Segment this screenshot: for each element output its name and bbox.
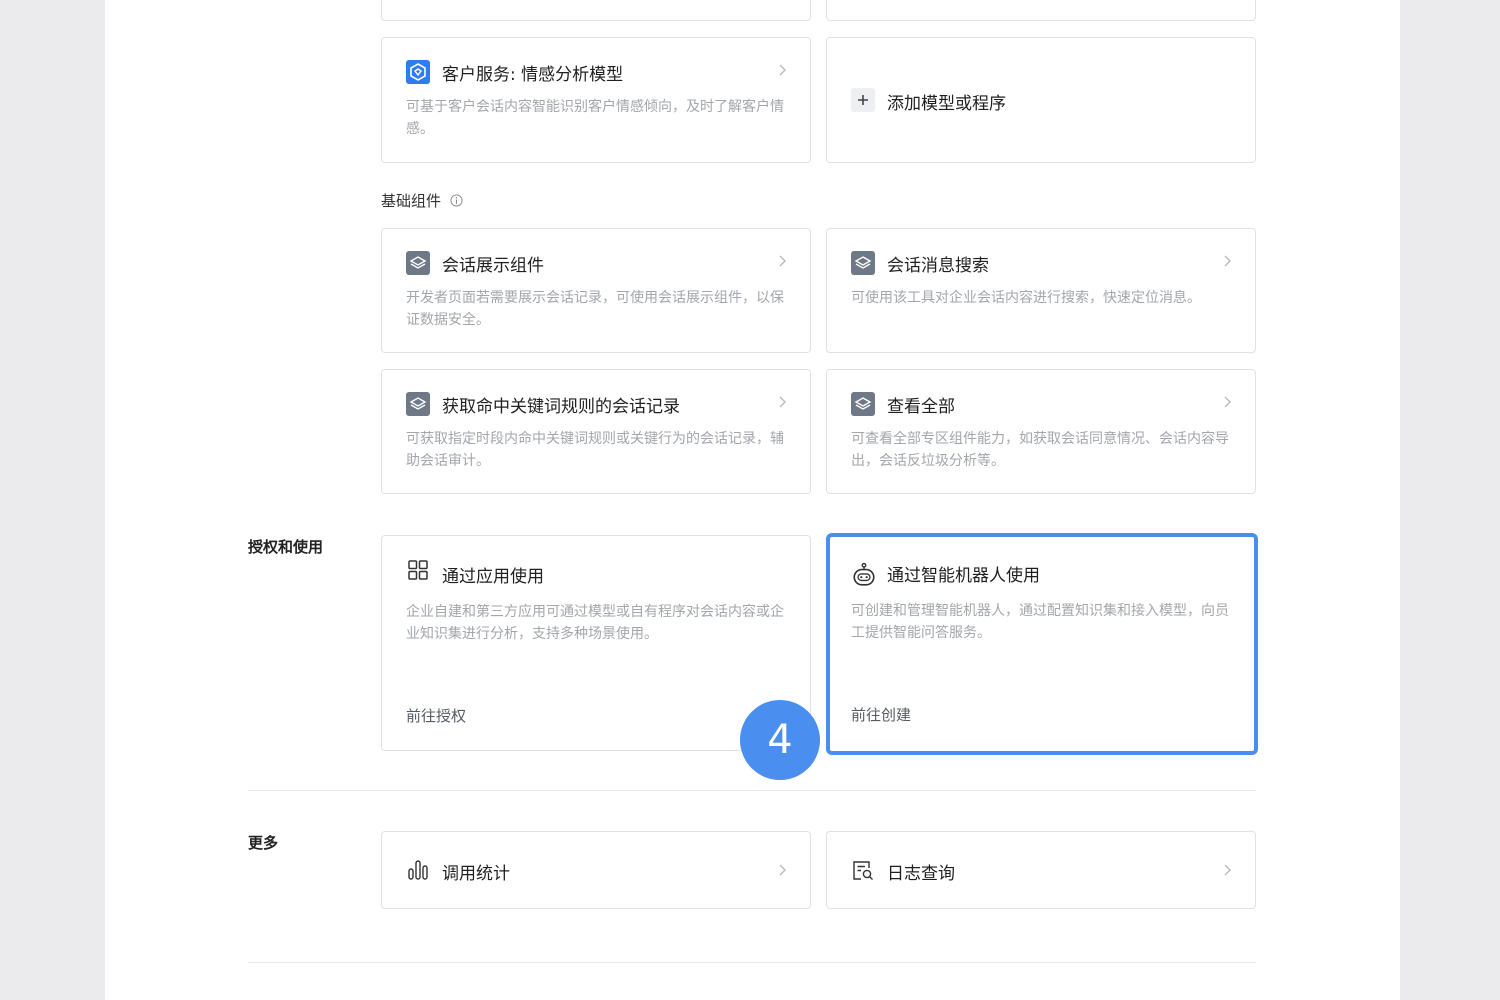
card-title: 会话消息搜索	[887, 256, 989, 276]
card-desc: 可基于客户会话内容智能识别客户情感倾向，及时了解客户情感。	[406, 99, 784, 137]
robot-icon	[853, 562, 875, 586]
divider	[248, 962, 1256, 963]
go-create-link[interactable]: 前往创建	[851, 704, 911, 725]
card-desc: 可使用该工具对企业会话内容进行搜索，快速定位消息。	[851, 290, 1201, 306]
card-title: 查看全部	[887, 397, 955, 417]
card-title: 获取命中关键词规则的会话记录	[442, 397, 680, 417]
keyword-records-card[interactable]: 获取命中关键词规则的会话记录 可获取指定时段内命中关键词规则或关键行为的会话记录…	[381, 369, 811, 494]
plus-icon	[851, 88, 875, 112]
section-basic-components: 基础组件	[381, 190, 463, 211]
card-desc: 可查看全部专区组件能力，如获取会话同意情况、会话内容导出，会话反垃圾分析等。	[851, 431, 1229, 469]
layers-icon	[406, 392, 430, 416]
chevron-right-icon	[779, 64, 786, 76]
card-title: 通过应用使用	[442, 567, 544, 587]
card-title: 会话展示组件	[442, 256, 544, 276]
message-search-card[interactable]: 会话消息搜索 可使用该工具对企业会话内容进行搜索，快速定位消息。	[826, 228, 1256, 353]
model-logo-icon	[406, 60, 430, 84]
chevron-right-icon	[1224, 255, 1231, 267]
via-robot-card[interactable]: 通过智能机器人使用 可创建和管理智能机器人，通过配置知识集和接入模型，向员工提供…	[826, 533, 1258, 755]
card-desc: 可创建和管理智能机器人，通过配置知识集和接入模型，向员工提供智能问答服务。	[851, 603, 1229, 641]
chevron-right-icon	[1224, 864, 1231, 876]
info-icon	[450, 194, 463, 207]
customer-service-card[interactable]: 客户服务: 情感分析模型 可基于客户会话内容智能识别客户情感倾向，及时了解客户情…	[381, 37, 811, 163]
go-authorize-link[interactable]: 前往授权	[406, 705, 466, 726]
chevron-right-icon	[779, 255, 786, 267]
card-desc: 可获取指定时段内命中关键词规则或关键行为的会话记录，辅助会话审计。	[406, 431, 784, 469]
chevron-right-icon	[779, 396, 786, 408]
layers-icon	[406, 251, 430, 275]
card-title: 日志查询	[887, 864, 955, 884]
card-title: 客户服务: 情感分析模型	[442, 65, 624, 85]
step-number-badge: 4	[740, 700, 820, 780]
layers-icon	[851, 251, 875, 275]
log-query-card[interactable]: 日志查询	[826, 831, 1256, 909]
layers-icon	[851, 392, 875, 416]
add-model-label: 添加模型或程序	[887, 94, 1006, 114]
add-model-card[interactable]: 添加模型或程序	[826, 37, 1256, 163]
chevron-right-icon	[779, 864, 786, 876]
chevron-right-icon	[1224, 396, 1231, 408]
chat-display-component-card[interactable]: 会话展示组件 开发者页面若需要展示会话记录，可使用会话展示组件，以保证数据安全。	[381, 228, 811, 353]
section-auth-usage: 授权和使用	[248, 538, 324, 556]
card-desc: 开发者页面若需要展示会话记录，可使用会话展示组件，以保证数据安全。	[406, 290, 784, 328]
card-title: 调用统计	[442, 864, 510, 884]
card-title: 通过智能机器人使用	[887, 566, 1040, 586]
grid-apps-icon	[408, 560, 428, 580]
log-search-icon	[853, 861, 873, 880]
partial-card-right[interactable]	[826, 0, 1256, 21]
partial-card-left[interactable]	[381, 0, 811, 21]
divider	[248, 790, 1256, 791]
bar-chart-icon	[408, 860, 428, 880]
view-all-card[interactable]: 查看全部 可查看全部专区组件能力，如获取会话同意情况、会话内容导出，会话反垃圾分…	[826, 369, 1256, 494]
call-stats-card[interactable]: 调用统计	[381, 831, 811, 909]
section-more: 更多	[248, 834, 279, 852]
card-desc: 企业自建和第三方应用可通过模型或自有程序对会话内容或企业知识集进行分析，支持多种…	[406, 604, 784, 642]
